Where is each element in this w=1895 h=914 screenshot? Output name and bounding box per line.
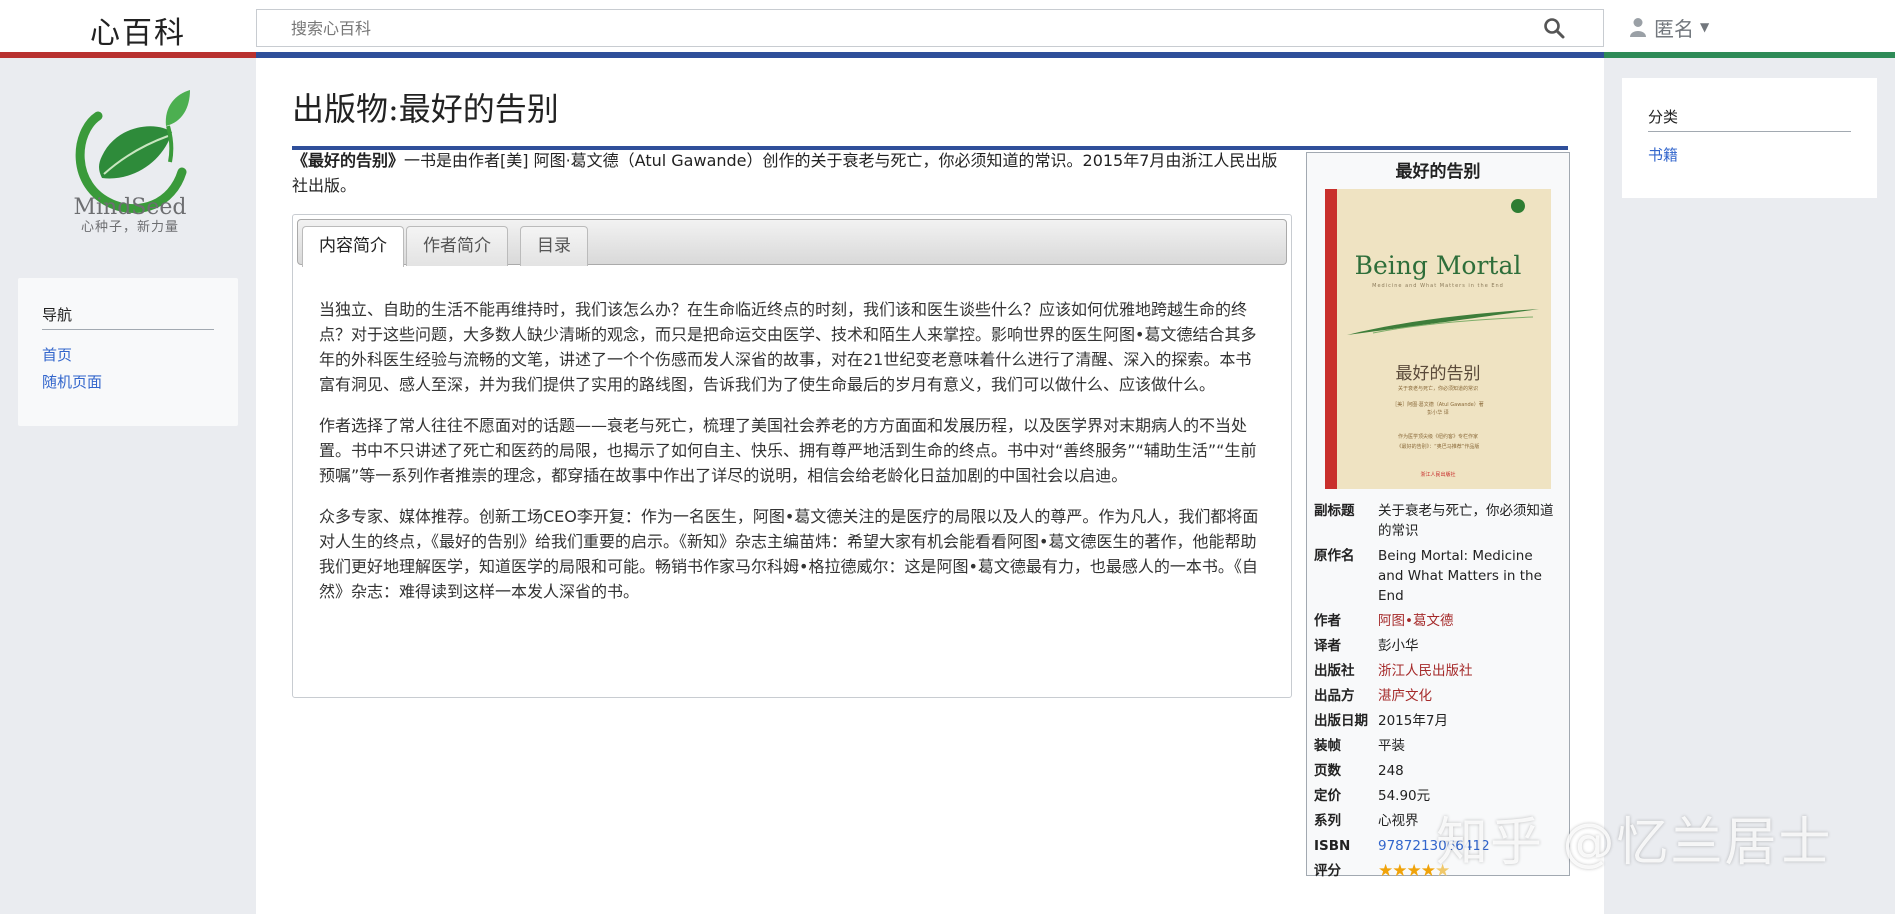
page-title: 出版物:最好的告别 (292, 80, 1568, 150)
infobox-label: ISBN (1314, 838, 1351, 854)
tab-contents[interactable]: 目录 (520, 226, 588, 266)
user-icon (1630, 18, 1646, 37)
infobox-row: 出版日期 2015年7月 (1313, 709, 1563, 734)
cover-english-subtitle: Medicine and What Matters in the End (1372, 283, 1504, 289)
cover-chinese-title: 最好的告别 (1395, 364, 1481, 384)
infobox-value: Being Mortal: Medicine and What Matters … (1378, 548, 1542, 604)
search-button[interactable] (1543, 17, 1567, 41)
cover-blurb-2: 《最好的告别》：“奥巴马推荐”作品版 (1396, 444, 1480, 450)
categories-heading: 分类 (1648, 106, 1851, 132)
star-icon: ★ (1392, 861, 1407, 881)
infobox-value: 2015年7月 (1378, 713, 1448, 729)
infobox-label: 译者 (1314, 638, 1341, 654)
categories-panel: 分类 书籍 (1622, 78, 1877, 198)
infobox-value: 平装 (1378, 738, 1405, 754)
header-stripe-green (1604, 52, 1895, 58)
author-link[interactable]: 阿图•葛文德 (1378, 613, 1453, 629)
tab-summary[interactable]: 内容简介 (302, 226, 404, 267)
infobox-label: 出版日期 (1314, 713, 1368, 729)
cover-author-line: ［美］阿图·葛文德（Atul Gawande）著 (1392, 402, 1484, 408)
category-link-books[interactable]: 书籍 (1648, 146, 1678, 164)
search-icon (1544, 18, 1565, 39)
infobox-row: 副标题 关于衰老与死亡，你必须知道的常识 (1313, 499, 1563, 544)
infobox-row: 页数 248 (1313, 759, 1563, 784)
infobox-row: 出品方 湛庐文化 (1313, 684, 1563, 709)
infobox-label: 出版社 (1314, 663, 1355, 679)
infobox-title: 最好的告别 (1395, 162, 1481, 182)
navigation-heading: 导航 (42, 304, 214, 330)
infobox-row: 出版社 浙江人民出版社 (1313, 659, 1563, 684)
lead-paragraph: 《最好的告别》一书是由作者[美] 阿图·葛文德（Atul Gawande）创作的… (292, 148, 1292, 198)
site-title[interactable]: 心百科 (90, 8, 186, 52)
search-box (256, 9, 1604, 47)
infobox-label: 作者 (1314, 613, 1341, 629)
infobox-label: 评分 (1314, 863, 1341, 879)
infobox-label: 页数 (1314, 763, 1341, 779)
lead-book-title: 《最好的告别》 (292, 151, 405, 170)
infobox-value: 关于衰老与死亡，你必须知道的常识 (1378, 503, 1554, 539)
lead-text: 一书是由作者[美] 阿图·葛文德（Atul Gawande）创作的关于衰老与死亡… (292, 151, 1278, 195)
tab-content: 当独立、自助的生活不能再维持时，我们该怎么办？在生命临近终点的时刻，我们该和医生… (319, 297, 1264, 620)
logo-brand: MindSeed (73, 195, 187, 220)
book-cover-image[interactable]: Being Mortal Medicine and What Matters i… (1325, 189, 1551, 489)
infobox-row: 译者 彭小华 (1313, 634, 1563, 659)
tabs-panel: 内容简介 作者简介 目录 当独立、自助的生活不能再维持时，我们该怎么办？在生命临… (292, 214, 1292, 698)
cover-english-title: Being Mortal (1354, 251, 1522, 280)
infobox-value: 248 (1378, 763, 1404, 779)
infobox-row: 装帧 平装 (1313, 734, 1563, 759)
summary-paragraph: 当独立、自助的生活不能再维持时，我们该怎么办？在生命临近终点的时刻，我们该和医生… (319, 300, 1257, 394)
infobox-row: 原作名 Being Mortal: Medicine and What Matte… (1313, 544, 1563, 609)
cover-grass-icon (1347, 309, 1539, 335)
star-icon: ★ (1406, 861, 1422, 881)
cover-blurb-1: 作为医学顶尖级《纽约客》专栏作家 (1397, 434, 1478, 440)
top-bar: 心百科 匿名 ▼ (0, 0, 1895, 54)
publisher-link[interactable]: 浙江人民出版社 (1378, 663, 1473, 679)
infobox-label: 副标题 (1314, 503, 1355, 519)
user-label: 匿名 (1654, 16, 1694, 41)
producer-link[interactable]: 湛庐文化 (1378, 688, 1432, 704)
nav-link-home[interactable]: 首页 (42, 342, 214, 369)
star-icon: ★ (1378, 861, 1393, 881)
summary-paragraph: 众多专家、媒体推荐。创新工场CEO李开复：作为一名医生，阿图•葛文德关注的是医疗… (319, 507, 1259, 601)
summary-paragraph: 作者选择了常人往往不愿面对的话题——衰老与死亡，梳理了美国社会养老的方方面面和发… (319, 416, 1257, 485)
logo-slogan: 心种子，新力量 (80, 220, 179, 235)
caret-down-icon: ▼ (1700, 20, 1710, 34)
header-stripe-red (0, 52, 256, 58)
logo-text: MindSeed 心种子，新力量 (60, 196, 200, 236)
main-content: 出版物:最好的告别 《最好的告别》一书是由作者[美] 阿图·葛文德（Atul G… (256, 58, 1604, 914)
search-input[interactable] (257, 10, 1557, 46)
infobox-label: 出品方 (1314, 688, 1355, 704)
navigation-panel: 导航 首页 随机页面 (18, 278, 238, 426)
star-icon: ★ (1420, 861, 1436, 881)
infobox-label: 定价 (1314, 788, 1341, 804)
cover-chinese-subtitle: 关于衰老与死亡，你必须知道的常识 (1397, 386, 1478, 392)
infobox-value: 彭小华 (1378, 638, 1419, 654)
cover-publisher-mark (1511, 199, 1525, 213)
infobox-row: 作者 阿图•葛文德 (1313, 609, 1563, 634)
zhihu-watermark: 知乎 @忆兰居士 (1436, 813, 1833, 873)
infobox-label: 原作名 (1314, 548, 1355, 564)
user-menu[interactable]: 匿名 ▼ (1630, 12, 1709, 42)
tabs-bar: 内容简介 作者简介 目录 (297, 219, 1287, 267)
nav-link-random-page[interactable]: 随机页面 (42, 369, 214, 396)
infobox-label: 系列 (1314, 813, 1341, 829)
book-infobox: 最好的告别 Being Mortal Medicine and What Mat… (1306, 152, 1570, 881)
cover-translator-line: 彭小华 译 (1427, 410, 1449, 416)
cover-publisher: 浙江人民出版社 (1420, 472, 1456, 478)
infobox-label: 装帧 (1314, 738, 1341, 754)
tab-author[interactable]: 作者简介 (406, 226, 508, 266)
